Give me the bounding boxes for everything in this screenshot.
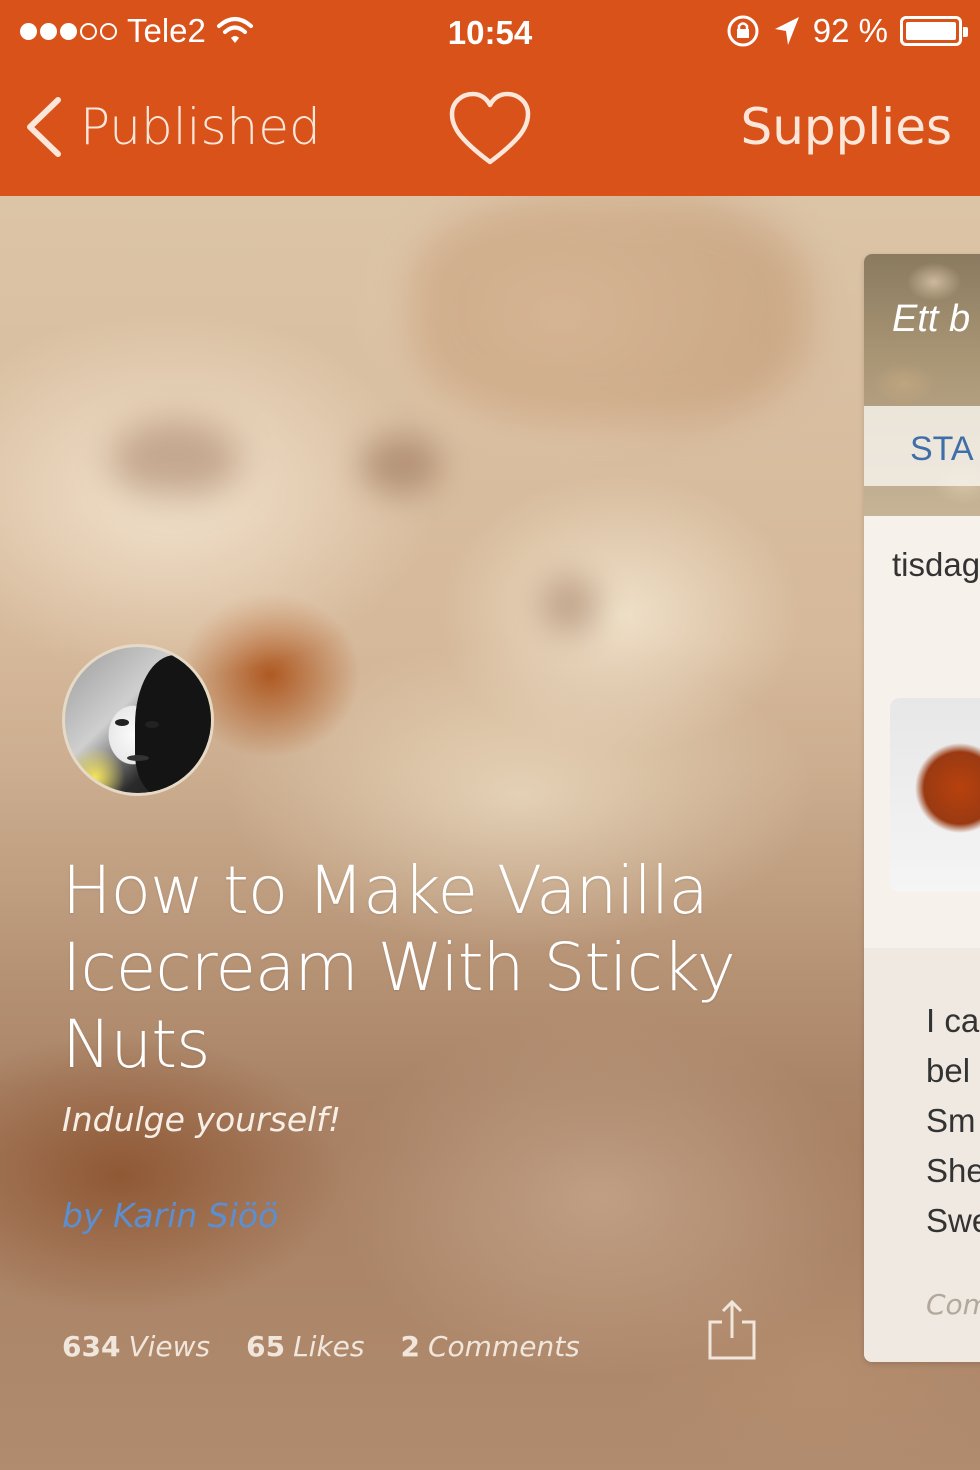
supplies-button[interactable]: Supplies	[741, 98, 953, 156]
comments-count: 2	[400, 1330, 420, 1363]
description-line: Sm	[926, 1102, 976, 1139]
next-guide-photo-title: Ett b	[892, 298, 971, 340]
next-guide-description: I ca bel Sm She Swe	[926, 996, 980, 1246]
share-icon[interactable]	[706, 1298, 758, 1362]
description-line: Swe	[926, 1202, 980, 1239]
guide-subtitle: Indulge yourself!	[62, 1100, 342, 1139]
next-guide-food-image	[890, 698, 980, 892]
next-guide-day: tisdag	[892, 546, 980, 583]
guide-stats: 634 Views 65 Likes 2 Comments	[62, 1330, 580, 1363]
status-bar: Tele2 10:54 92 %	[0, 0, 980, 66]
description-line: She	[926, 1152, 980, 1189]
battery-icon	[900, 16, 968, 46]
nav-bar: Published Supplies	[0, 66, 980, 196]
description-line: bel	[926, 1052, 971, 1089]
battery-percent: 92 %	[812, 12, 888, 49]
next-guide-band-text: STA	[910, 430, 974, 468]
description-line: I ca	[926, 1002, 980, 1039]
next-guide-comments: Com	[926, 1288, 980, 1321]
rotation-lock-icon	[727, 15, 759, 47]
comments-stat[interactable]: 2 Comments	[401, 1330, 580, 1363]
next-guide-card[interactable]: Ett b STA tisdag I ca bel Sm She Swe Com	[864, 254, 980, 1362]
location-arrow-icon	[774, 17, 799, 45]
back-button-label: Published	[80, 98, 321, 156]
likes-stat[interactable]: 65 Likes	[246, 1330, 364, 1363]
back-button[interactable]: Published	[24, 96, 321, 158]
heart-icon[interactable]	[448, 90, 532, 170]
status-right: 92 %	[725, 12, 968, 50]
views-count: 634	[62, 1330, 121, 1363]
author-link[interactable]: by Karin Siöö	[62, 1196, 278, 1235]
guide-title: How to Make Vanilla Icecream With Sticky…	[62, 852, 736, 1083]
views-stat: 634 Views	[62, 1330, 210, 1363]
chevron-left-icon	[27, 97, 61, 157]
hero-image	[0, 195, 980, 1470]
hero-shade	[0, 195, 980, 1470]
comments-label: Comments	[427, 1330, 580, 1363]
likes-label: Likes	[293, 1330, 365, 1363]
likes-count: 65	[246, 1330, 286, 1363]
views-label: Views	[128, 1330, 211, 1363]
author-avatar[interactable]	[62, 644, 214, 796]
